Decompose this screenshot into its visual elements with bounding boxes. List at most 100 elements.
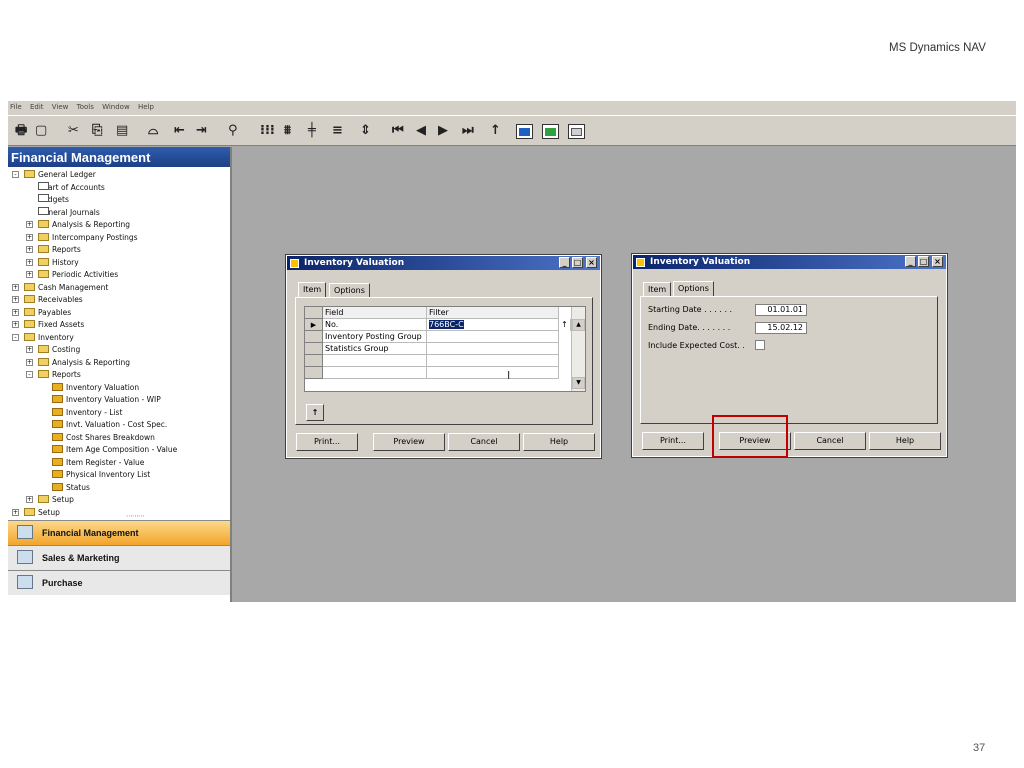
tree-expander-icon[interactable]: + (26, 233, 33, 241)
row-selector[interactable] (305, 343, 323, 355)
menu-view[interactable]: View (52, 103, 69, 111)
assist-edit-icon[interactable]: ↑ (559, 319, 571, 331)
tree-item[interactable]: Status (52, 482, 90, 494)
minimize-icon[interactable]: _ (905, 256, 916, 267)
indent-icon[interactable]: ⇤ (174, 123, 185, 139)
nav-button-purchase[interactable]: Purchase (8, 570, 230, 595)
field-cell[interactable]: Inventory Posting Group (323, 331, 427, 343)
tree-expander-icon[interactable]: + (12, 283, 19, 291)
filter-icon[interactable]: ≡ (332, 123, 343, 139)
sort-icon[interactable]: ⇕ (360, 123, 371, 139)
tree-item[interactable]: History (38, 257, 79, 269)
list-icon[interactable]: ⁝⁝⁝ (260, 123, 275, 139)
grid3-icon[interactable] (568, 124, 585, 139)
tree-item[interactable]: Budgets (38, 194, 69, 206)
cancel-button[interactable]: Cancel (448, 433, 520, 451)
tree-item[interactable]: Analysis & Reporting (38, 219, 130, 231)
tab-item[interactable]: Item (643, 282, 672, 297)
minimize-icon[interactable]: _ (559, 257, 570, 268)
row-selector[interactable] (305, 355, 323, 367)
maximize-icon[interactable]: □ (572, 257, 583, 268)
tree-item[interactable]: Inventory Valuation - WIP (52, 394, 161, 406)
menu-tools[interactable]: Tools (77, 103, 94, 111)
print-button[interactable]: Print... (642, 432, 704, 450)
filter-cell[interactable] (427, 355, 559, 367)
tab-item[interactable]: Item (298, 282, 327, 298)
up-arrow-button[interactable]: ↑ (306, 404, 324, 421)
tree-item[interactable]: Receivables (24, 294, 83, 306)
tree-item[interactable]: Inventory - List (52, 407, 122, 419)
tree-item[interactable]: Periodic Activities (38, 269, 118, 281)
tree-item[interactable]: Fixed Assets (24, 319, 84, 331)
first-record-icon[interactable]: ⏮ (392, 123, 404, 139)
tree-expander-icon[interactable]: + (26, 346, 33, 353)
tree-expander-icon[interactable]: - (26, 371, 33, 378)
tree-item[interactable]: Item Register - Value (52, 457, 144, 469)
tab-options[interactable]: Options (673, 281, 714, 297)
copy-icon[interactable]: ⎘ (92, 123, 102, 139)
tree-item[interactable]: Intercompany Postings (38, 232, 138, 244)
last-record-icon[interactable]: ⏭ (462, 123, 474, 139)
tree-item[interactable]: Chart of Accounts (38, 181, 105, 194)
tree-expander-icon[interactable]: + (26, 496, 33, 503)
tree-item[interactable]: Reports (38, 369, 81, 381)
tree-expander-icon[interactable]: + (26, 271, 33, 278)
help-button[interactable]: Help (523, 433, 595, 451)
filter-cell[interactable]: 766BC-C (427, 319, 559, 331)
close-icon[interactable]: × (586, 257, 597, 268)
tree-item[interactable]: Cash Management (24, 282, 108, 294)
print-preview-icon[interactable]: ▢ (35, 123, 47, 139)
find-icon[interactable]: ⚲ (228, 123, 238, 139)
tab-options[interactable]: Options (329, 283, 370, 298)
menu-file[interactable]: File (10, 103, 22, 111)
menu-window[interactable]: Window (102, 103, 130, 111)
field-cell[interactable] (323, 367, 427, 379)
include-expected-cost-checkbox[interactable] (755, 340, 765, 350)
tree-item[interactable]: Physical Inventory List (52, 469, 150, 481)
tree-item[interactable]: Inventory (24, 332, 74, 344)
filter-cell[interactable] (427, 331, 559, 343)
close-icon[interactable]: × (932, 256, 943, 267)
help-button[interactable]: Help (869, 432, 941, 450)
tree-expander-icon[interactable]: + (26, 358, 33, 366)
tree-expander-icon[interactable]: - (12, 333, 19, 341)
preview-button[interactable]: Preview (373, 433, 445, 451)
scroll-up-icon[interactable]: ▲ (572, 319, 585, 331)
tree-item[interactable]: Reports (38, 244, 81, 256)
nav-button-financial-management[interactable]: Financial Management (8, 520, 230, 545)
menu-help[interactable]: Help (138, 103, 154, 111)
next-record-icon[interactable]: ▶ (438, 123, 448, 139)
tree-item[interactable]: Costing (38, 344, 80, 356)
tree-item[interactable]: Invt. Valuation - Cost Spec. (52, 419, 167, 431)
field-cell[interactable]: Statistics Group (323, 343, 427, 355)
ending-date-field[interactable]: 15.02.12 (755, 322, 807, 334)
tree-item[interactable]: Inventory Valuation (52, 382, 139, 394)
row-selector[interactable]: ▶ (305, 319, 323, 331)
tree-expander-icon[interactable]: + (12, 296, 19, 303)
field-cell[interactable] (323, 355, 427, 367)
tree-item[interactable]: Setup (24, 507, 60, 519)
add-line-icon[interactable]: ╪ (308, 123, 316, 139)
vertical-scrollbar[interactable]: ▲ ▼ (571, 307, 585, 391)
grid1-icon[interactable] (516, 124, 533, 139)
cut-icon[interactable]: ✂ (68, 123, 79, 139)
outdent-icon[interactable]: ⇥ (196, 123, 207, 139)
paste-icon[interactable]: ▤ (116, 123, 128, 139)
print-icon[interactable]: 🖶 (15, 123, 27, 139)
tree-item[interactable]: Analysis & Reporting (38, 357, 130, 369)
tree-item[interactable]: Item Age Composition - Value (52, 444, 177, 456)
tree-item[interactable]: Cost Shares Breakdown (52, 432, 155, 444)
tree-expander-icon[interactable]: + (26, 221, 33, 228)
filter-cell[interactable] (427, 367, 559, 379)
tree-item[interactable]: Payables (24, 307, 71, 319)
starting-date-field[interactable]: 01.01.01 (755, 304, 807, 316)
cancel-button[interactable]: Cancel (794, 432, 866, 450)
tree-expander-icon[interactable]: + (12, 308, 19, 316)
field-cell[interactable]: No. (323, 319, 427, 331)
grid2-icon[interactable] (542, 124, 559, 139)
scroll-down-icon[interactable]: ▼ (572, 377, 585, 389)
previous-record-icon[interactable]: ◀ (416, 123, 426, 139)
tree-expander-icon[interactable]: + (12, 508, 19, 516)
tree-item[interactable]: General Ledger (24, 169, 96, 181)
card-icon[interactable]: ⩩ (284, 123, 291, 139)
